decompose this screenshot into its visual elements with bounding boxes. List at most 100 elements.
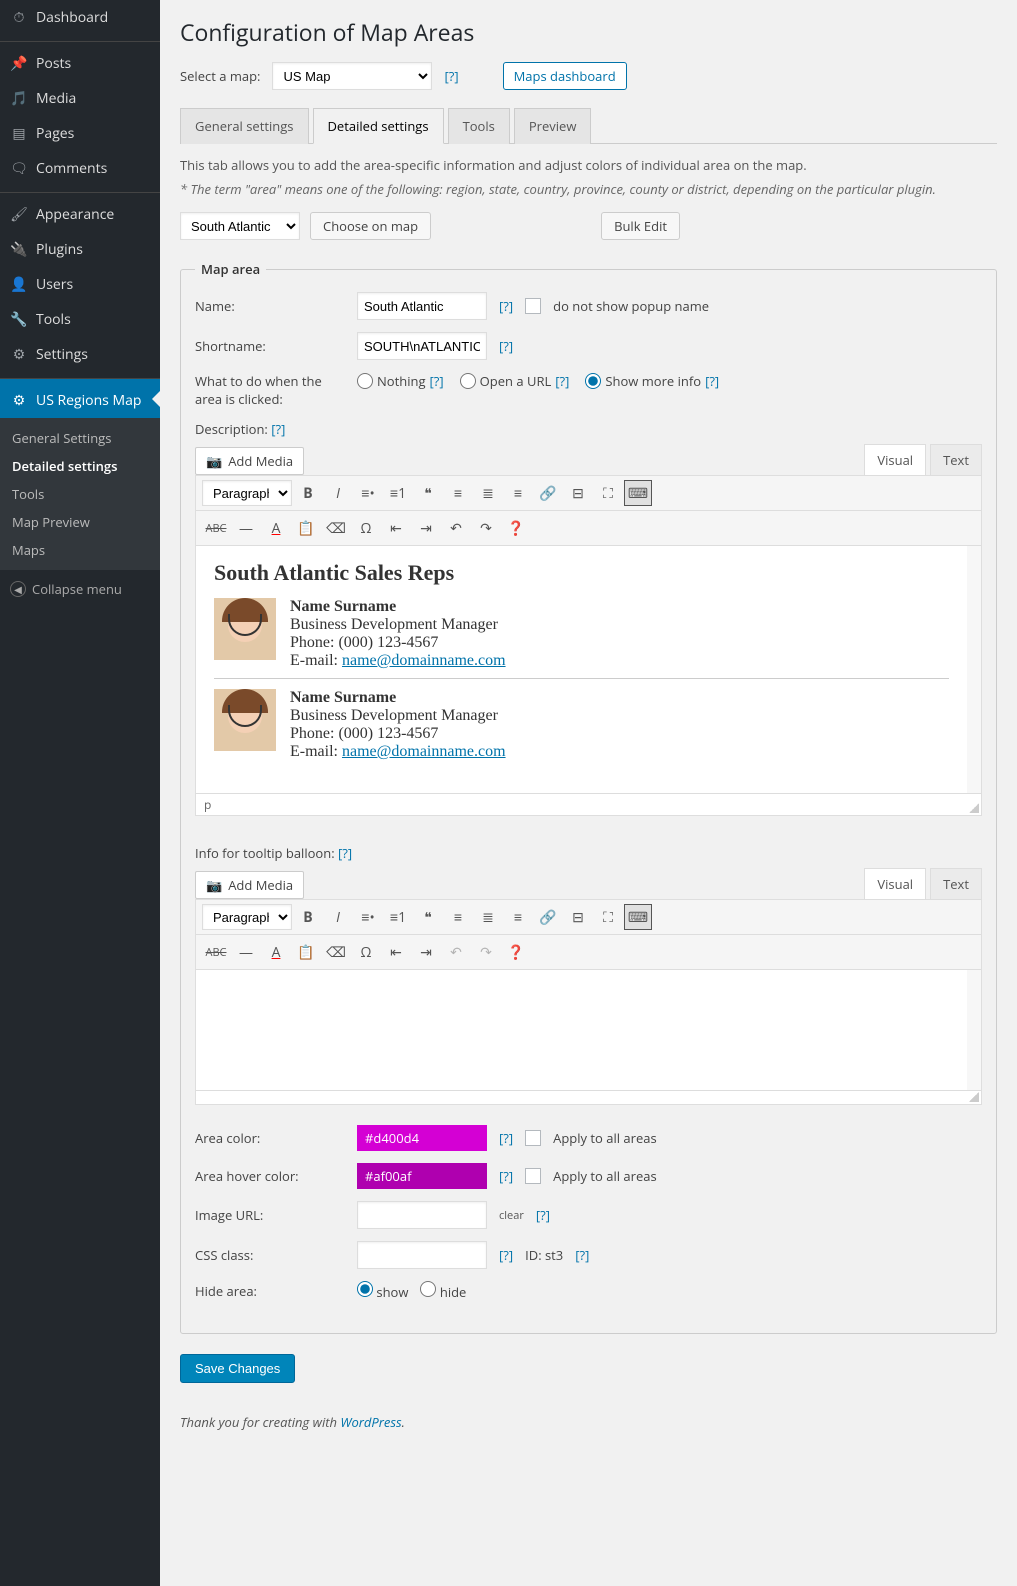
editor-visual-tab[interactable]: Visual xyxy=(864,444,926,476)
tab-detailed[interactable]: Detailed settings xyxy=(313,108,444,144)
undo-icon[interactable]: ↶ xyxy=(442,939,470,965)
help-icon[interactable]: [?] xyxy=(444,67,458,85)
menu-dashboard[interactable]: ⏱Dashboard xyxy=(0,0,160,35)
align-center-icon[interactable]: ≣ xyxy=(474,480,502,506)
strike-icon[interactable]: ABC xyxy=(202,939,230,965)
help-icon[interactable]: [?] xyxy=(499,297,513,315)
tab-preview[interactable]: Preview xyxy=(514,108,592,144)
toolbar-toggle-icon[interactable]: ⌨ xyxy=(624,904,652,930)
menu-posts[interactable]: 📌Posts xyxy=(0,41,160,81)
help-icon[interactable]: [?] xyxy=(338,844,352,862)
redo-icon[interactable]: ↷ xyxy=(472,939,500,965)
outdent-icon[interactable]: ⇤ xyxy=(382,515,410,541)
textcolor-icon[interactable]: A xyxy=(262,939,290,965)
editor-text-tab[interactable]: Text xyxy=(930,444,982,476)
name-input[interactable] xyxy=(357,292,487,320)
link-icon[interactable]: 🔗 xyxy=(534,480,562,506)
ol-icon[interactable]: ≡1 xyxy=(384,480,412,506)
align-right-icon[interactable]: ≡ xyxy=(504,904,532,930)
email-link[interactable]: name@domainname.com xyxy=(342,652,506,669)
submenu-maps[interactable]: Maps xyxy=(0,536,160,564)
menu-comments[interactable]: 🗨Comments xyxy=(0,151,160,186)
hover-color-input[interactable]: #af00af xyxy=(357,1163,487,1189)
submenu-preview[interactable]: Map Preview xyxy=(0,508,160,536)
area-color-input[interactable]: #d400d4 xyxy=(357,1125,487,1151)
quote-icon[interactable]: ❝ xyxy=(414,904,442,930)
collapse-menu[interactable]: ◀Collapse menu xyxy=(0,570,160,608)
char-icon[interactable]: Ω xyxy=(352,515,380,541)
align-left-icon[interactable]: ≡ xyxy=(444,480,472,506)
ul-icon[interactable]: ≡• xyxy=(354,480,382,506)
editor2-visual-tab[interactable]: Visual xyxy=(864,868,926,900)
ol-icon[interactable]: ≡1 xyxy=(384,904,412,930)
outdent-icon[interactable]: ⇤ xyxy=(382,939,410,965)
undo-icon[interactable]: ↶ xyxy=(442,515,470,541)
save-button[interactable]: Save Changes xyxy=(180,1354,295,1383)
clear-icon[interactable]: ⌫ xyxy=(322,939,350,965)
choose-on-map-button[interactable]: Choose on map xyxy=(310,212,431,240)
clear-icon[interactable]: ⌫ xyxy=(322,515,350,541)
help-icon[interactable]: [?] xyxy=(575,1246,589,1264)
menu-appearance[interactable]: 🖌Appearance xyxy=(0,192,160,232)
format-select-2[interactable]: Paragraph xyxy=(202,904,292,930)
ul-icon[interactable]: ≡• xyxy=(354,904,382,930)
menu-us-regions-map[interactable]: ⚙US Regions Map xyxy=(0,378,160,418)
strike-icon[interactable]: ABC xyxy=(202,515,230,541)
add-media-button-2[interactable]: 📷Add Media xyxy=(195,871,304,899)
more-icon[interactable]: ⊟ xyxy=(564,480,592,506)
help-icon[interactable]: [?] xyxy=(536,1206,550,1224)
hr-icon[interactable]: — xyxy=(232,515,260,541)
more-icon[interactable]: ⊟ xyxy=(564,904,592,930)
wordpress-link[interactable]: WordPress xyxy=(340,1413,401,1431)
fullscreen-icon[interactable]: ⛶ xyxy=(594,904,622,930)
fullscreen-icon[interactable]: ⛶ xyxy=(594,480,622,506)
redo-icon[interactable]: ↷ xyxy=(472,515,500,541)
editor2-text-tab[interactable]: Text xyxy=(930,868,982,900)
editor-content[interactable]: South Atlantic Sales Reps Name Surname B… xyxy=(196,546,981,793)
bold-icon[interactable]: B xyxy=(294,904,322,930)
help-icon[interactable]: [?] xyxy=(499,1167,513,1185)
indent-icon[interactable]: ⇥ xyxy=(412,515,440,541)
radio-hide[interactable]: hide xyxy=(420,1281,466,1301)
paste-icon[interactable]: 📋 xyxy=(292,515,320,541)
help2-icon[interactable]: ❓ xyxy=(502,939,530,965)
menu-settings[interactable]: ⚙Settings xyxy=(0,337,160,372)
apply-all-hover-checkbox[interactable] xyxy=(525,1168,541,1184)
apply-all-checkbox[interactable] xyxy=(525,1130,541,1146)
radio-open-url[interactable]: Open a URL [?] xyxy=(460,372,570,390)
bold-icon[interactable]: B xyxy=(294,480,322,506)
clear-link[interactable]: clear xyxy=(499,1208,524,1223)
align-center-icon[interactable]: ≣ xyxy=(474,904,502,930)
tooltip-content[interactable] xyxy=(196,970,981,1090)
submenu-detailed[interactable]: Detailed settings xyxy=(0,452,160,480)
menu-plugins[interactable]: 🔌Plugins xyxy=(0,232,160,267)
map-select[interactable]: US Map xyxy=(272,62,432,90)
email-link[interactable]: name@domainname.com xyxy=(342,743,506,760)
submenu-general[interactable]: General Settings xyxy=(0,424,160,452)
radio-show[interactable]: show xyxy=(357,1281,408,1301)
menu-users[interactable]: 👤Users xyxy=(0,267,160,302)
area-select[interactable]: South Atlantic xyxy=(180,212,300,240)
hr-icon[interactable]: — xyxy=(232,939,260,965)
help2-icon[interactable]: ❓ xyxy=(502,515,530,541)
image-url-input[interactable] xyxy=(357,1201,487,1229)
textcolor-icon[interactable]: A xyxy=(262,515,290,541)
link-icon[interactable]: 🔗 xyxy=(534,904,562,930)
align-left-icon[interactable]: ≡ xyxy=(444,904,472,930)
menu-tools[interactable]: 🔧Tools xyxy=(0,302,160,337)
help-icon[interactable]: [?] xyxy=(499,1129,513,1147)
radio-nothing[interactable]: Nothing [?] xyxy=(357,372,444,390)
italic-icon[interactable]: I xyxy=(324,904,352,930)
bulk-edit-button[interactable]: Bulk Edit xyxy=(601,212,680,240)
toolbar-toggle-icon[interactable]: ⌨ xyxy=(624,480,652,506)
indent-icon[interactable]: ⇥ xyxy=(412,939,440,965)
quote-icon[interactable]: ❝ xyxy=(414,480,442,506)
paste-icon[interactable]: 📋 xyxy=(292,939,320,965)
italic-icon[interactable]: I xyxy=(324,480,352,506)
menu-media[interactable]: 🎵Media xyxy=(0,81,160,116)
no-popup-checkbox[interactable] xyxy=(525,298,541,314)
help-icon[interactable]: [?] xyxy=(499,1246,513,1264)
add-media-button[interactable]: 📷Add Media xyxy=(195,447,304,475)
help-icon[interactable]: [?] xyxy=(499,337,513,355)
radio-show-more[interactable]: Show more info [?] xyxy=(585,372,719,390)
